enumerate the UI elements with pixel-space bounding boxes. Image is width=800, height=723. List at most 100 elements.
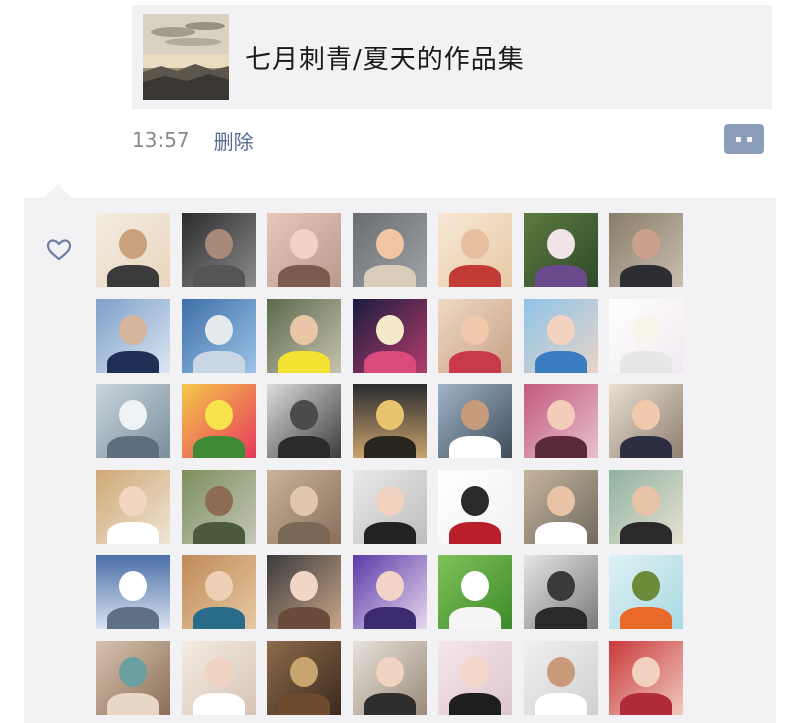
avatar-figure-head: [546, 229, 575, 259]
liker-avatar[interactable]: [96, 640, 170, 715]
liker-avatar[interactable]: [96, 213, 170, 287]
avatar-figure-head: [461, 485, 489, 516]
liker-avatar[interactable]: [609, 640, 683, 715]
avatar-figure-body: [449, 350, 501, 373]
moments-post: 七月刺青/夏天的作品集 13:57 删除: [0, 0, 800, 723]
link-title: 七月刺青/夏天的作品集: [245, 44, 525, 75]
liker-avatar[interactable]: [438, 640, 512, 715]
avatar-figure-head: [290, 571, 318, 601]
liker-avatar[interactable]: [609, 298, 683, 373]
liker-avatar[interactable]: [523, 469, 598, 544]
liker-avatar[interactable]: [267, 384, 341, 458]
comment-button[interactable]: [724, 124, 764, 154]
avatar-figure-head: [119, 656, 147, 687]
likers-avatar-grid: [96, 213, 683, 715]
avatar-figure-head: [632, 314, 660, 345]
avatar-figure-body: [192, 521, 245, 544]
liker-avatar[interactable]: [438, 298, 512, 373]
avatar-figure-body: [449, 436, 501, 458]
delete-button[interactable]: 删除: [214, 126, 254, 155]
liker-avatar[interactable]: [523, 384, 598, 458]
avatar-figure-head: [632, 571, 660, 601]
avatar-figure-head: [204, 229, 233, 259]
liker-avatar[interactable]: [181, 384, 256, 458]
liker-avatar[interactable]: [267, 298, 341, 373]
liker-avatar[interactable]: [267, 555, 341, 629]
avatar-figure-head: [204, 314, 233, 345]
avatar-figure-body: [107, 265, 159, 287]
avatar-figure-head: [546, 400, 575, 430]
liker-avatar[interactable]: [96, 469, 170, 544]
liker-avatar[interactable]: [352, 298, 427, 373]
avatar-figure-head: [119, 400, 147, 430]
liker-avatar[interactable]: [181, 555, 256, 629]
link-thumbnail: [143, 14, 229, 100]
avatar-figure-body: [278, 521, 330, 544]
liker-avatar[interactable]: [96, 298, 170, 373]
avatar-figure-head: [119, 571, 147, 601]
shared-link-card[interactable]: 七月刺青/夏天的作品集: [132, 5, 772, 109]
liker-avatar[interactable]: [181, 298, 256, 373]
avatar-figure-body: [363, 350, 416, 373]
liker-avatar[interactable]: [96, 384, 170, 458]
liker-avatar[interactable]: [181, 640, 256, 715]
avatar-figure-head: [375, 314, 404, 345]
avatar-figure-body: [107, 692, 159, 715]
avatar-figure-head: [375, 571, 404, 601]
avatar-figure-body: [278, 350, 330, 373]
avatar-figure-body: [363, 692, 416, 715]
liker-avatar[interactable]: [523, 555, 598, 629]
liker-avatar[interactable]: [352, 640, 427, 715]
likes-panel-arrow: [44, 184, 72, 198]
liker-avatar[interactable]: [352, 469, 427, 544]
heart-icon: [46, 239, 72, 261]
liker-avatar[interactable]: [438, 213, 512, 287]
liker-avatar[interactable]: [609, 384, 683, 458]
liker-avatar[interactable]: [352, 555, 427, 629]
more-dot-icon: [736, 136, 741, 142]
liker-avatar[interactable]: [438, 384, 512, 458]
avatar-figure-head: [461, 229, 489, 259]
avatar-figure-head: [461, 571, 489, 601]
liker-avatar[interactable]: [609, 469, 683, 544]
avatar-figure-body: [107, 521, 159, 544]
liker-avatar[interactable]: [267, 469, 341, 544]
avatar-figure-body: [107, 436, 159, 458]
avatar-figure-head: [119, 229, 147, 259]
liker-avatar[interactable]: [438, 555, 512, 629]
liker-avatar[interactable]: [352, 213, 427, 287]
liker-avatar[interactable]: [352, 384, 427, 458]
avatar-figure-head: [290, 485, 318, 516]
avatar-figure-body: [192, 350, 245, 373]
avatar-figure-head: [375, 656, 404, 687]
liker-avatar[interactable]: [96, 555, 170, 629]
avatar-figure-body: [449, 607, 501, 629]
avatar-figure-body: [449, 521, 501, 544]
avatar-figure-body: [107, 607, 159, 629]
liker-avatar[interactable]: [267, 640, 341, 715]
avatar-figure-head: [119, 485, 147, 516]
liker-avatar[interactable]: [181, 469, 256, 544]
avatar-figure-body: [620, 265, 672, 287]
liker-avatar[interactable]: [523, 213, 598, 287]
post-time: 13:57: [132, 128, 190, 152]
avatar-figure-head: [375, 400, 404, 430]
liker-avatar[interactable]: [523, 640, 598, 715]
avatar-figure-head: [204, 485, 233, 516]
liker-avatar[interactable]: [523, 298, 598, 373]
avatar-figure-body: [620, 521, 672, 544]
liker-avatar[interactable]: [438, 469, 512, 544]
avatar-figure-body: [192, 692, 245, 715]
avatar-figure-body: [620, 350, 672, 373]
liker-avatar[interactable]: [181, 213, 256, 287]
avatar-figure-body: [534, 521, 587, 544]
avatar-figure-head: [204, 656, 233, 687]
avatar-figure-head: [290, 400, 318, 430]
more-dot-icon: [747, 136, 752, 142]
avatar-figure-head: [119, 314, 147, 345]
liker-avatar[interactable]: [609, 213, 683, 287]
liker-avatar[interactable]: [609, 555, 683, 629]
liker-avatar[interactable]: [267, 213, 341, 287]
avatar-figure-body: [363, 607, 416, 629]
avatar-figure-head: [290, 656, 318, 687]
